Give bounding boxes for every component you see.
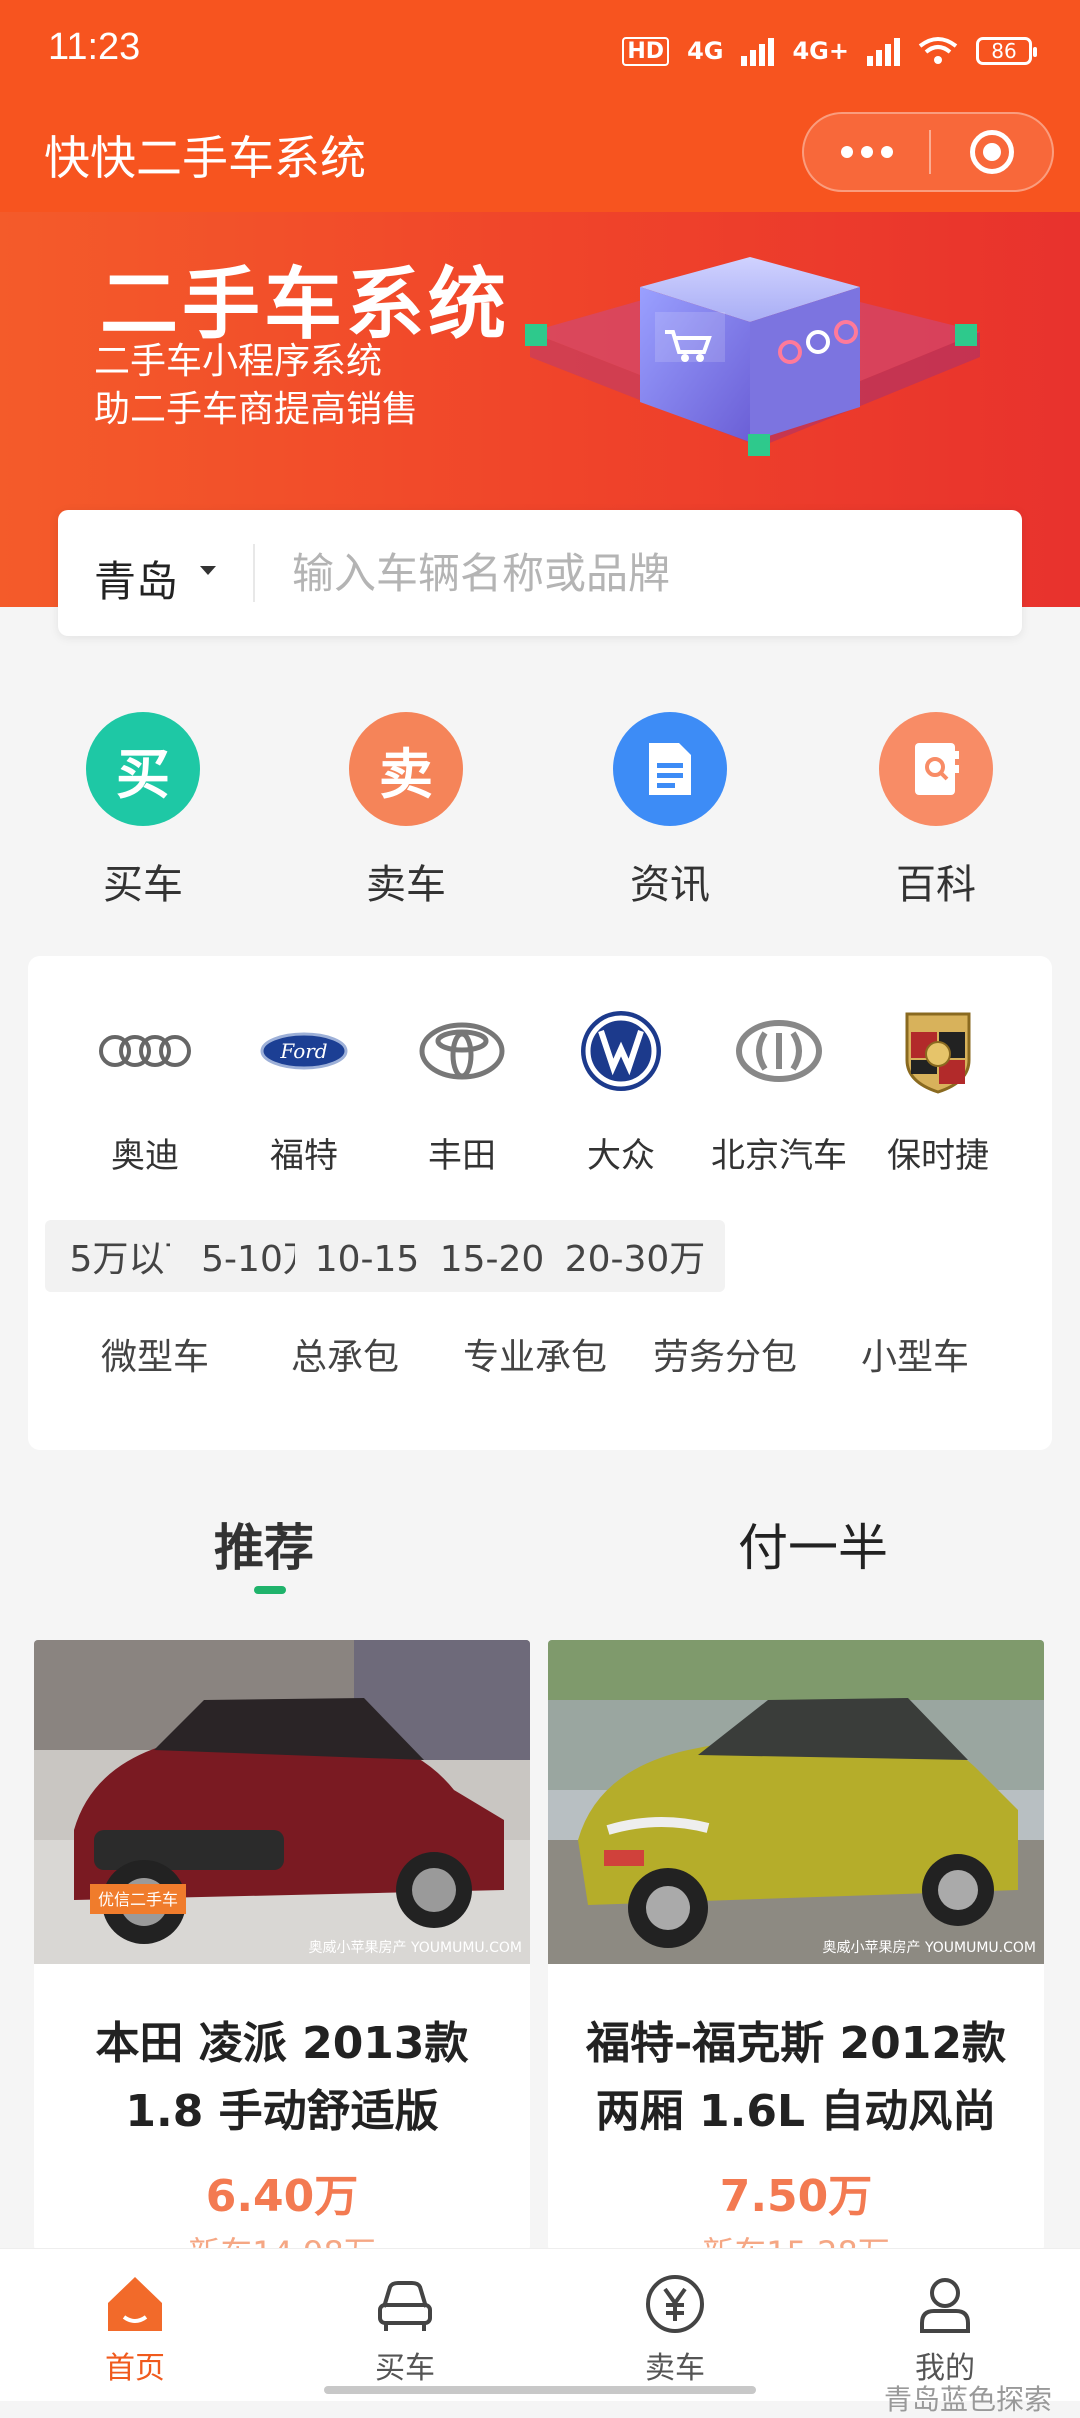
quick-link-encyclopedia[interactable]: 百科 <box>856 712 1016 910</box>
more-menu-button[interactable] <box>804 114 930 190</box>
quick-links: 买 买车 卖 卖车 资讯 百科 <box>0 712 1080 912</box>
battery-icon: 86 <box>976 37 1037 65</box>
search-bar: 青岛 <box>58 510 1022 636</box>
wechat-watermark: 青岛蓝色探索 <box>883 2383 1052 2416</box>
car-icon <box>374 2273 436 2335</box>
brand-ford[interactable]: Ford 福特 <box>229 996 379 1177</box>
brand-name: 奥迪 <box>111 1136 179 1176</box>
signal-icon-2 <box>867 36 900 66</box>
ford-logo-text: Ford <box>279 1039 327 1063</box>
search-divider <box>253 544 255 602</box>
miniprogram-capsule <box>802 112 1054 192</box>
brand-audi[interactable]: 奥迪 <box>70 996 220 1177</box>
car-type-item[interactable]: 专业承包 <box>440 1328 630 1380</box>
nav-label: 买车 <box>375 2351 435 2386</box>
ford-logo-icon: Ford <box>229 996 379 1106</box>
close-miniprogram-button[interactable] <box>970 130 1014 174</box>
sell-icon: 卖 <box>349 712 463 826</box>
audi-logo-icon <box>70 996 220 1106</box>
nav-profile[interactable]: 我的 <box>870 2273 1020 2387</box>
home-icon <box>104 2273 166 2335</box>
app-title: 快快二手车系统 <box>44 131 366 185</box>
brand-porsche[interactable]: 保时捷 <box>863 996 1013 1177</box>
news-icon <box>613 712 727 826</box>
car-type-item[interactable]: 总承包 <box>250 1328 440 1380</box>
app-header: 11:23 HD 4G 4G+ 86 快快二手车系统 <box>0 0 1080 212</box>
signal-icon <box>741 36 775 66</box>
car-title: 本田 凌派 2013款 1.8 手动舒适版 <box>95 2018 469 2137</box>
ecommerce-cube-illustration <box>525 257 980 456</box>
brand-name: 福特 <box>270 1136 338 1176</box>
photo-badge: 优信二手车 <box>98 1890 178 1909</box>
car-photo: 优信二手车 奥威小苹果房产 YOUMUMU.COM <box>34 1640 530 1964</box>
toyota-logo-icon <box>387 996 537 1106</box>
brand-name: 大众 <box>587 1136 655 1176</box>
price-range-chip[interactable]: 20-30万 <box>545 1220 725 1292</box>
car-listing-card[interactable]: 奥威小苹果房产 YOUMUMU.COM 福特-福克斯 2012款 两厢 1.6L… <box>548 1640 1044 2250</box>
brand-name: 保时捷 <box>887 1136 989 1176</box>
gesture-bar[interactable] <box>324 2386 756 2394</box>
wifi-icon <box>918 37 958 64</box>
car-type-item[interactable]: 劳务分包 <box>630 1328 820 1380</box>
brand-name: 丰田 <box>428 1136 496 1176</box>
user-icon <box>914 2273 976 2335</box>
category-card: 奥迪 Ford 福特 丰田 大众 北京汽车 保时捷 5万以下 5-10万 10-… <box>28 956 1052 1450</box>
car-photo: 奥威小苹果房产 YOUMUMU.COM <box>548 1640 1044 1964</box>
photo-watermark: 奥威小苹果房产 YOUMUMU.COM <box>823 1939 1036 1956</box>
quick-link-label: 资讯 <box>630 862 710 908</box>
brand-volkswagen[interactable]: 大众 <box>546 996 696 1177</box>
search-input[interactable] <box>290 540 994 606</box>
chevron-down-icon[interactable] <box>200 566 216 575</box>
network-label-1: 4G <box>687 37 724 65</box>
status-time: 11:23 <box>48 26 141 68</box>
banner-subtitle-2: 助二手车商提高销售 <box>94 389 419 430</box>
car-type-item[interactable]: 小型车 <box>820 1328 1010 1380</box>
tab-recommend[interactable]: 推荐 <box>214 1508 314 1580</box>
new-car-price: 新车15.28万 <box>548 2228 1044 2250</box>
brand-name: 北京汽车 <box>711 1136 847 1176</box>
tab-pay-half[interactable]: 付一半 <box>738 1508 888 1580</box>
quick-link-label: 卖车 <box>366 862 446 908</box>
hd-icon: HD <box>622 36 670 66</box>
quick-link-label: 买车 <box>103 862 183 908</box>
capsule-divider <box>929 130 931 174</box>
buy-icon: 买 <box>86 712 200 826</box>
car-type-item[interactable]: 微型车 <box>60 1328 250 1380</box>
nav-buy-car[interactable]: 买车 <box>330 2273 480 2387</box>
nav-label: 卖车 <box>645 2351 705 2386</box>
nav-sell-car[interactable]: 卖车 <box>600 2273 750 2387</box>
volkswagen-logo-icon <box>546 996 696 1106</box>
car-price: 7.50万 <box>719 2171 873 2222</box>
yen-icon <box>644 2273 706 2335</box>
porsche-logo-icon <box>863 996 1013 1106</box>
new-car-price: 新车14.98万 <box>34 2228 530 2250</box>
encyclopedia-icon <box>879 712 993 826</box>
banner-subtitle-1: 二手车小程序系统 <box>94 341 383 382</box>
status-bar: 11:23 HD 4G 4G+ 86 <box>0 0 1080 100</box>
nav-label: 首页 <box>105 2351 165 2386</box>
quick-link-buy-car[interactable]: 买 买车 <box>63 712 223 910</box>
brand-baic[interactable]: 北京汽车 <box>704 996 854 1177</box>
network-label-2: 4G+ <box>792 37 849 65</box>
status-icons: HD 4G 4G+ 86 <box>622 26 1037 76</box>
quick-link-news[interactable]: 资讯 <box>590 712 750 910</box>
brand-toyota[interactable]: 丰田 <box>387 996 537 1177</box>
active-tab-indicator <box>254 1586 286 1594</box>
baic-logo-icon <box>704 996 854 1106</box>
car-title: 福特-福克斯 2012款 两厢 1.6L 自动风尚 <box>585 2018 1007 2137</box>
city-selector[interactable]: 青岛 <box>94 548 178 609</box>
photo-watermark: 奥威小苹果房产 YOUMUMU.COM <box>309 1939 522 1956</box>
nav-home[interactable]: 首页 <box>60 2273 210 2387</box>
battery-level: 86 <box>991 39 1017 63</box>
car-listing-card[interactable]: 优信二手车 奥威小苹果房产 YOUMUMU.COM 本田 凌派 2013款 1.… <box>34 1640 530 2250</box>
quick-link-sell-car[interactable]: 卖 卖车 <box>326 712 486 910</box>
car-price: 6.40万 <box>205 2171 359 2222</box>
quick-link-label: 百科 <box>896 862 976 908</box>
